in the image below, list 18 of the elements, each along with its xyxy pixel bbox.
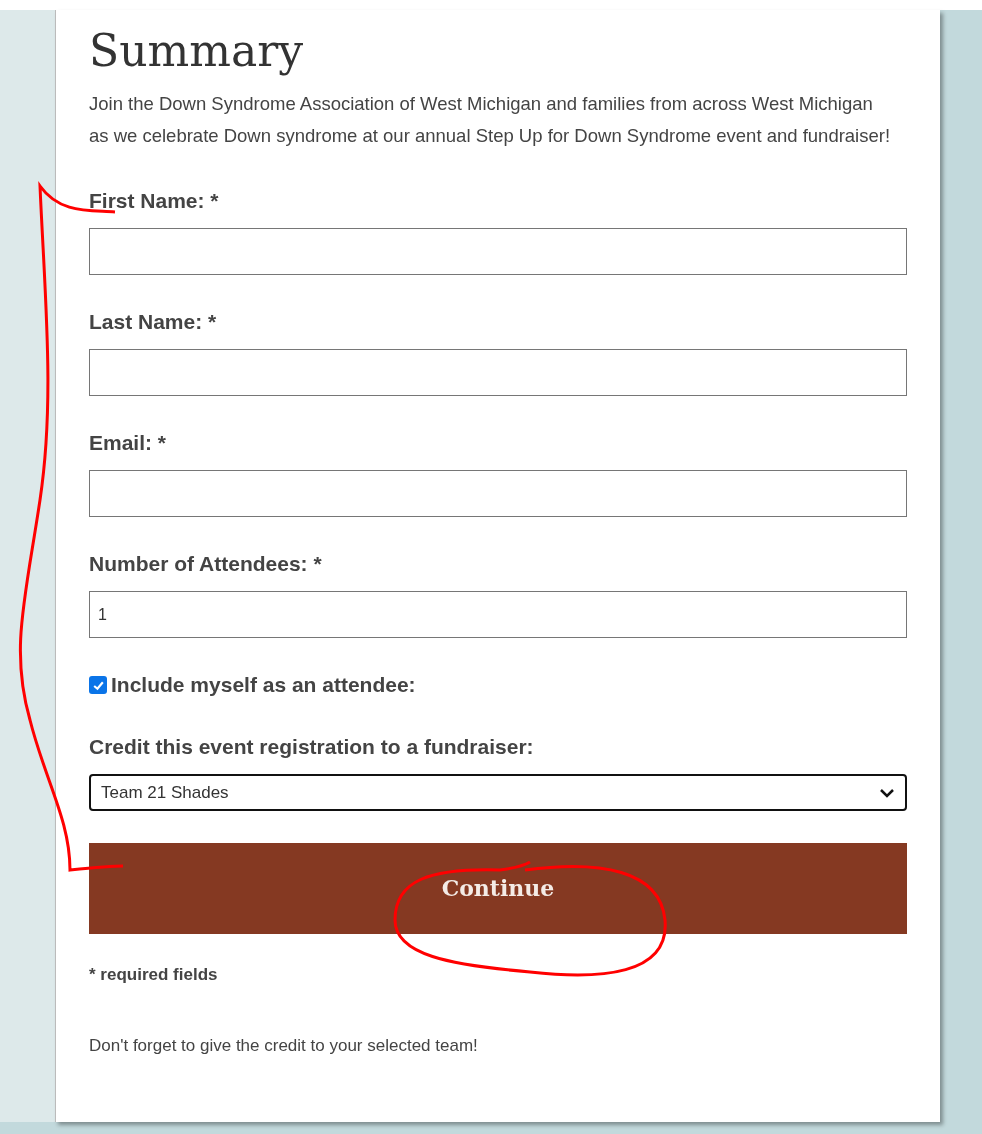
field-label: Credit this event registration to a fundraiser: xyxy=(89,734,535,760)
footer-note: Don't forget to give the credit to your selected team! xyxy=(89,1034,479,1057)
field-label: Email: * xyxy=(89,430,168,456)
intro-paragraph: Join the Down Syndrome Association of West Michigan and families from across West Michigan as we celebrate Down syndrome at our annual Step Up for Down Syndrome event and fundraiser! xyxy=(89,92,892,148)
checkbox-label: Include myself as an attendee: xyxy=(111,672,416,698)
page-title: Summary xyxy=(89,24,305,78)
dropdown-select[interactable]: Team 21 Shades xyxy=(89,774,907,811)
input-field[interactable] xyxy=(89,470,907,517)
input-field[interactable]: 1 xyxy=(89,591,907,638)
continue-button[interactable]: Continue xyxy=(89,843,907,934)
required-note: * required fields xyxy=(89,964,219,986)
input-field[interactable] xyxy=(89,349,907,396)
field-label: First Name: * xyxy=(89,188,220,214)
field-label: Number of Attendees: * xyxy=(89,551,323,577)
field-label: Last Name: * xyxy=(89,309,218,335)
checkbox[interactable] xyxy=(89,676,107,694)
input-field[interactable] xyxy=(89,228,907,275)
chevron-down-icon xyxy=(879,787,895,798)
